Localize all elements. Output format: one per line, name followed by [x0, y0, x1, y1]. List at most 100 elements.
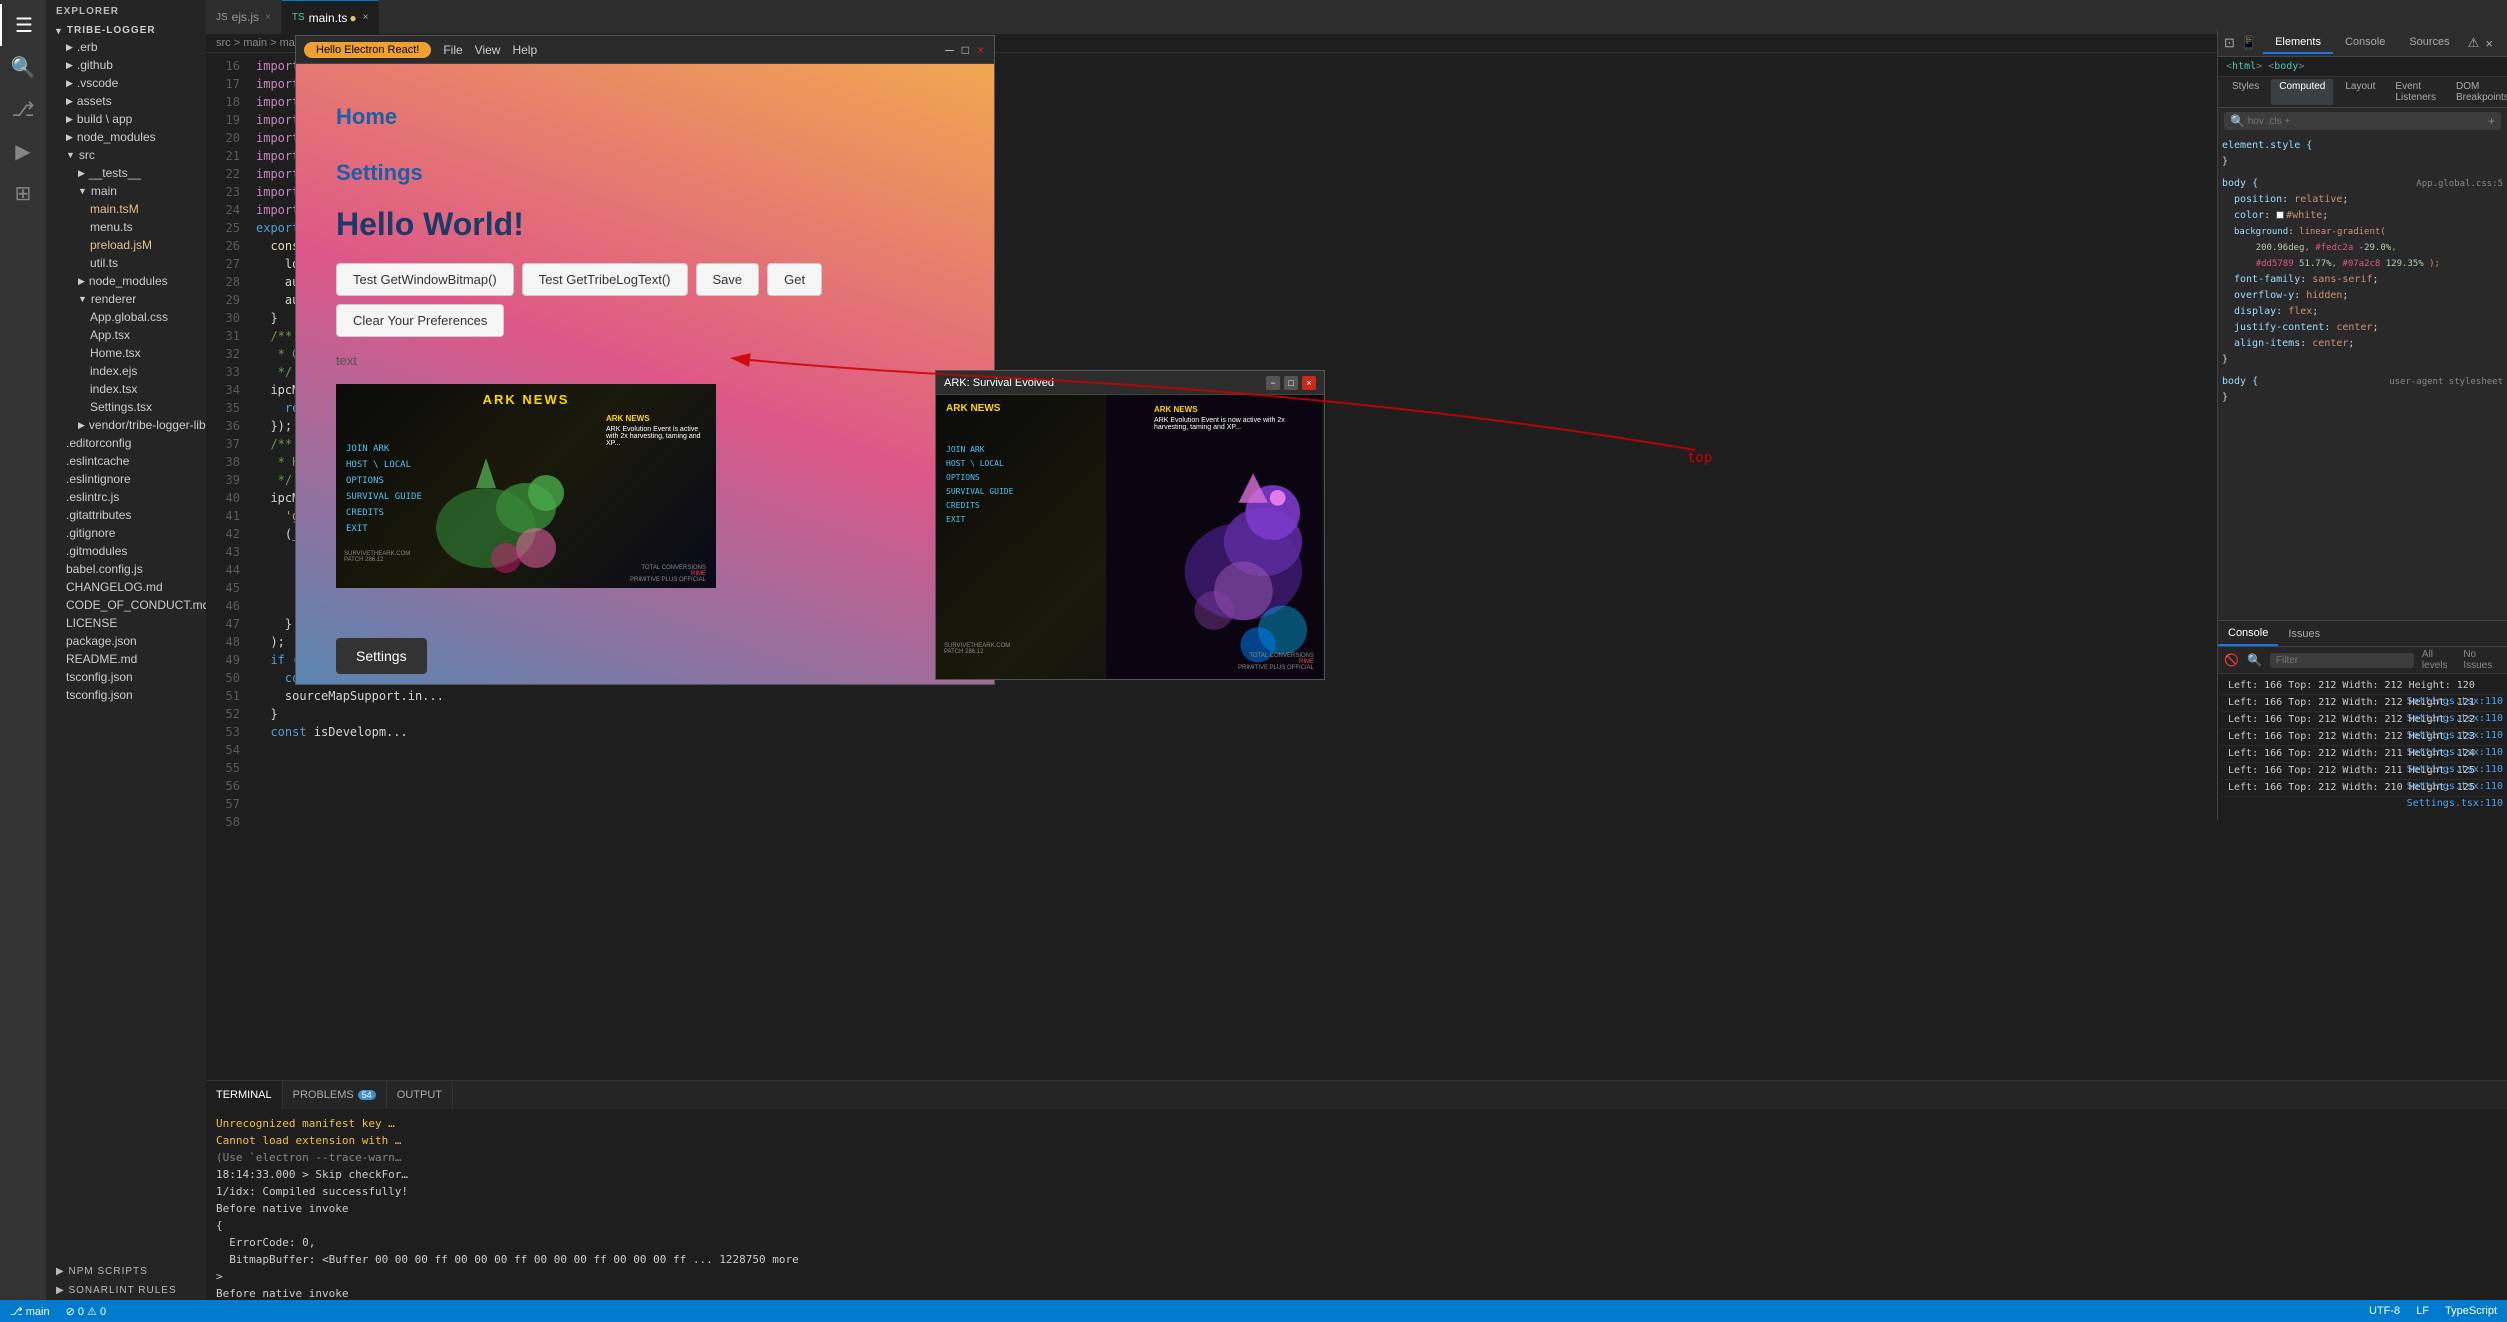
- console-line: Left: 166 Top: 212 Width: 211 Height: 12…: [2222, 746, 2503, 763]
- sidebar-item-util-ts[interactable]: util.ts: [46, 254, 206, 272]
- devtools-tab-sources[interactable]: Sources: [2397, 32, 2461, 54]
- app-nav-settings[interactable]: Settings: [336, 160, 423, 186]
- devtools-subtab-dom-breakpoints[interactable]: DOM Breakpoints: [2448, 79, 2507, 105]
- electron-menu-help[interactable]: Help: [512, 43, 537, 57]
- console-filter-input[interactable]: [2270, 653, 2414, 668]
- sidebar-item-erb[interactable]: ▶.erb: [46, 38, 206, 56]
- status-errors: ⊘ 0 ⚠ 0: [66, 1305, 107, 1318]
- sidebar-item-gitattributes[interactable]: .gitattributes: [46, 506, 206, 524]
- sidebar-item-settings-tsx[interactable]: Settings.tsx: [46, 398, 206, 416]
- editor-tab-main[interactable]: TS main.ts ● ×: [282, 0, 380, 34]
- status-git-branch[interactable]: ⎇ main: [10, 1305, 50, 1318]
- sidebar-item-eslintignore[interactable]: .eslintignore: [46, 470, 206, 488]
- sidebar-item-vendor[interactable]: ▶vendor/tribe-logger-lib: [46, 416, 206, 434]
- devtools-tab-elements[interactable]: Elements: [2263, 32, 2333, 54]
- sidebar-item-license[interactable]: LICENSE: [46, 614, 206, 632]
- devtools-device-icon[interactable]: 📱: [2241, 35, 2257, 51]
- sidebar-item-index-tsx[interactable]: index.tsx: [46, 380, 206, 398]
- sidebar-item-editorcfg[interactable]: .editorconfig: [46, 434, 206, 452]
- ark-window-close-btn[interactable]: ×: [1302, 376, 1316, 390]
- npm-scripts-header[interactable]: ▶ NPM SCRIPTS: [46, 1262, 206, 1281]
- line-numbers: 1617181920 2122232425 2627282930 3132333…: [206, 53, 246, 1080]
- sidebar-item-preload-js[interactable]: preload.js M: [46, 236, 206, 254]
- activity-icon-extensions[interactable]: ⊞: [0, 172, 46, 214]
- devtools-subtab-event-listeners[interactable]: Event Listeners: [2387, 79, 2444, 105]
- sidebar-item-node-modules[interactable]: ▶node_modules: [46, 128, 206, 146]
- sidebar-item-gitmodules[interactable]: .gitmodules: [46, 542, 206, 560]
- devtools-filter-input[interactable]: [2245, 116, 2488, 127]
- ark-window-maximize-btn[interactable]: □: [1284, 376, 1298, 390]
- app-settings-area: Settings: [296, 628, 994, 684]
- console-clear-icon[interactable]: 🚫: [2224, 653, 2239, 667]
- electron-minimize-btn[interactable]: ─: [945, 43, 954, 57]
- status-bar: ⎇ main ⊘ 0 ⚠ 0 UTF-8 LF TypeScript: [0, 1300, 2507, 1322]
- app-body-text: text: [336, 353, 357, 368]
- activity-bar: ☰ 🔍 ⎇ ▶ ⊞: [0, 0, 46, 1300]
- sidebar-item-package-json[interactable]: package.json: [46, 632, 206, 650]
- btn-save[interactable]: Save: [696, 263, 760, 296]
- console-level-select[interactable]: All levels: [2422, 649, 2455, 671]
- console-tab-console[interactable]: Console: [2218, 621, 2278, 646]
- sidebar-item-vscode[interactable]: ▶.vscode: [46, 74, 206, 92]
- btn-get[interactable]: Get: [767, 263, 822, 296]
- app-settings-bottom-btn[interactable]: Settings: [336, 638, 427, 674]
- devtools-subtab-layout[interactable]: Layout: [2337, 79, 2383, 105]
- terminal-tab-terminal[interactable]: TERMINAL: [206, 1081, 283, 1109]
- sidebar-item-babelcfg[interactable]: babel.config.js: [46, 560, 206, 578]
- close-tab-main[interactable]: ×: [363, 12, 369, 23]
- sidebar-item-gitignore[interactable]: .gitignore: [46, 524, 206, 542]
- devtools-tab-console[interactable]: Console: [2333, 32, 2397, 54]
- devtools-css-content: element.style { } body { App.global.css:…: [2218, 134, 2507, 620]
- btn-test-tribe-log[interactable]: Test GetTribeLogText(): [522, 263, 688, 296]
- btn-test-window-bitmap[interactable]: Test GetWindowBitmap(): [336, 263, 514, 296]
- sidebar-item-yarn-lock[interactable]: tsconfig.json: [46, 686, 206, 704]
- ark-w-news-text: ARK Evolution Event is now active with 2…: [1154, 417, 1314, 431]
- sidebar-item-readme[interactable]: README.md: [46, 650, 206, 668]
- sidebar-item-eslintrc[interactable]: .eslintrc.js: [46, 488, 206, 506]
- sidebar-item-changelog[interactable]: CHANGELOG.md: [46, 578, 206, 596]
- sidebar-item-assets[interactable]: ▶assets: [46, 92, 206, 110]
- sidebar-item-main[interactable]: ▼main: [46, 182, 206, 200]
- sidebar-item-code-of-conduct[interactable]: CODE_OF_CONDUCT.md: [46, 596, 206, 614]
- ark-w-news-title: ARK NEWS: [1154, 405, 1314, 414]
- electron-window-controls: ─ □ ×: [945, 43, 984, 57]
- activity-icon-search[interactable]: 🔍: [0, 46, 46, 88]
- electron-maximize-btn[interactable]: □: [962, 43, 969, 57]
- ark-news-content: ARK Evolution Event is active with 2x ha…: [606, 426, 706, 447]
- problems-count-badge: 54: [358, 1090, 376, 1100]
- btn-clear-preferences[interactable]: Clear Your Preferences: [336, 304, 504, 337]
- terminal-tab-output[interactable]: OUTPUT: [387, 1081, 453, 1109]
- electron-menu-file[interactable]: File: [443, 43, 462, 57]
- devtools-inspect-icon[interactable]: ⊡: [2224, 35, 2235, 51]
- activity-icon-debug[interactable]: ▶: [0, 130, 46, 172]
- sidebar-item-src[interactable]: ▼src: [46, 146, 206, 164]
- electron-close-btn[interactable]: ×: [977, 43, 984, 57]
- sidebar-item-app-tsx[interactable]: App.tsx: [46, 326, 206, 344]
- sidebar-item-index-ejs[interactable]: index.ejs: [46, 362, 206, 380]
- sidebar-item-home-tsx[interactable]: Home.tsx: [46, 344, 206, 362]
- sidebar-item-renderer[interactable]: ▼renderer: [46, 290, 206, 308]
- sidebar-item-appglobal-css[interactable]: App.global.css: [46, 308, 206, 326]
- activity-icon-git[interactable]: ⎇: [0, 88, 46, 130]
- sidebar-item-build-app[interactable]: ▶build \ app: [46, 110, 206, 128]
- app-nav-home[interactable]: Home: [336, 104, 423, 130]
- activity-icon-explorer[interactable]: ☰: [0, 4, 46, 46]
- sidebar-item-main-ts[interactable]: main.ts M: [46, 200, 206, 218]
- sonarlint-rules-header[interactable]: ▶ SONARLINT RULES: [46, 1281, 206, 1300]
- sidebar-item-tsconfig[interactable]: tsconfig.json: [46, 668, 206, 686]
- devtools-close-icon[interactable]: ×: [2485, 36, 2493, 51]
- editor-tab-ejs[interactable]: JS ejs.js ×: [206, 0, 282, 34]
- sidebar-item-menu-ts[interactable]: menu.ts: [46, 218, 206, 236]
- sidebar-item-tests[interactable]: ▶__tests__: [46, 164, 206, 182]
- sidebar-section-tribe-logger[interactable]: ▼ TRIBE-LOGGER: [46, 23, 206, 38]
- sidebar-item-node-modules2[interactable]: ▶node_modules: [46, 272, 206, 290]
- sidebar-item-github[interactable]: ▶.github: [46, 56, 206, 74]
- console-tab-issues[interactable]: Issues: [2278, 621, 2330, 646]
- terminal-tab-problems[interactable]: PROBLEMS 54: [283, 1081, 387, 1109]
- close-tab-ejs[interactable]: ×: [265, 12, 271, 23]
- ark-window-minimize-btn[interactable]: −: [1266, 376, 1280, 390]
- sidebar-item-eslintcache[interactable]: .eslintcache: [46, 452, 206, 470]
- electron-menu-view[interactable]: View: [475, 43, 501, 57]
- devtools-subtab-styles[interactable]: Styles: [2224, 79, 2267, 105]
- devtools-subtab-computed[interactable]: Computed: [2271, 79, 2333, 105]
